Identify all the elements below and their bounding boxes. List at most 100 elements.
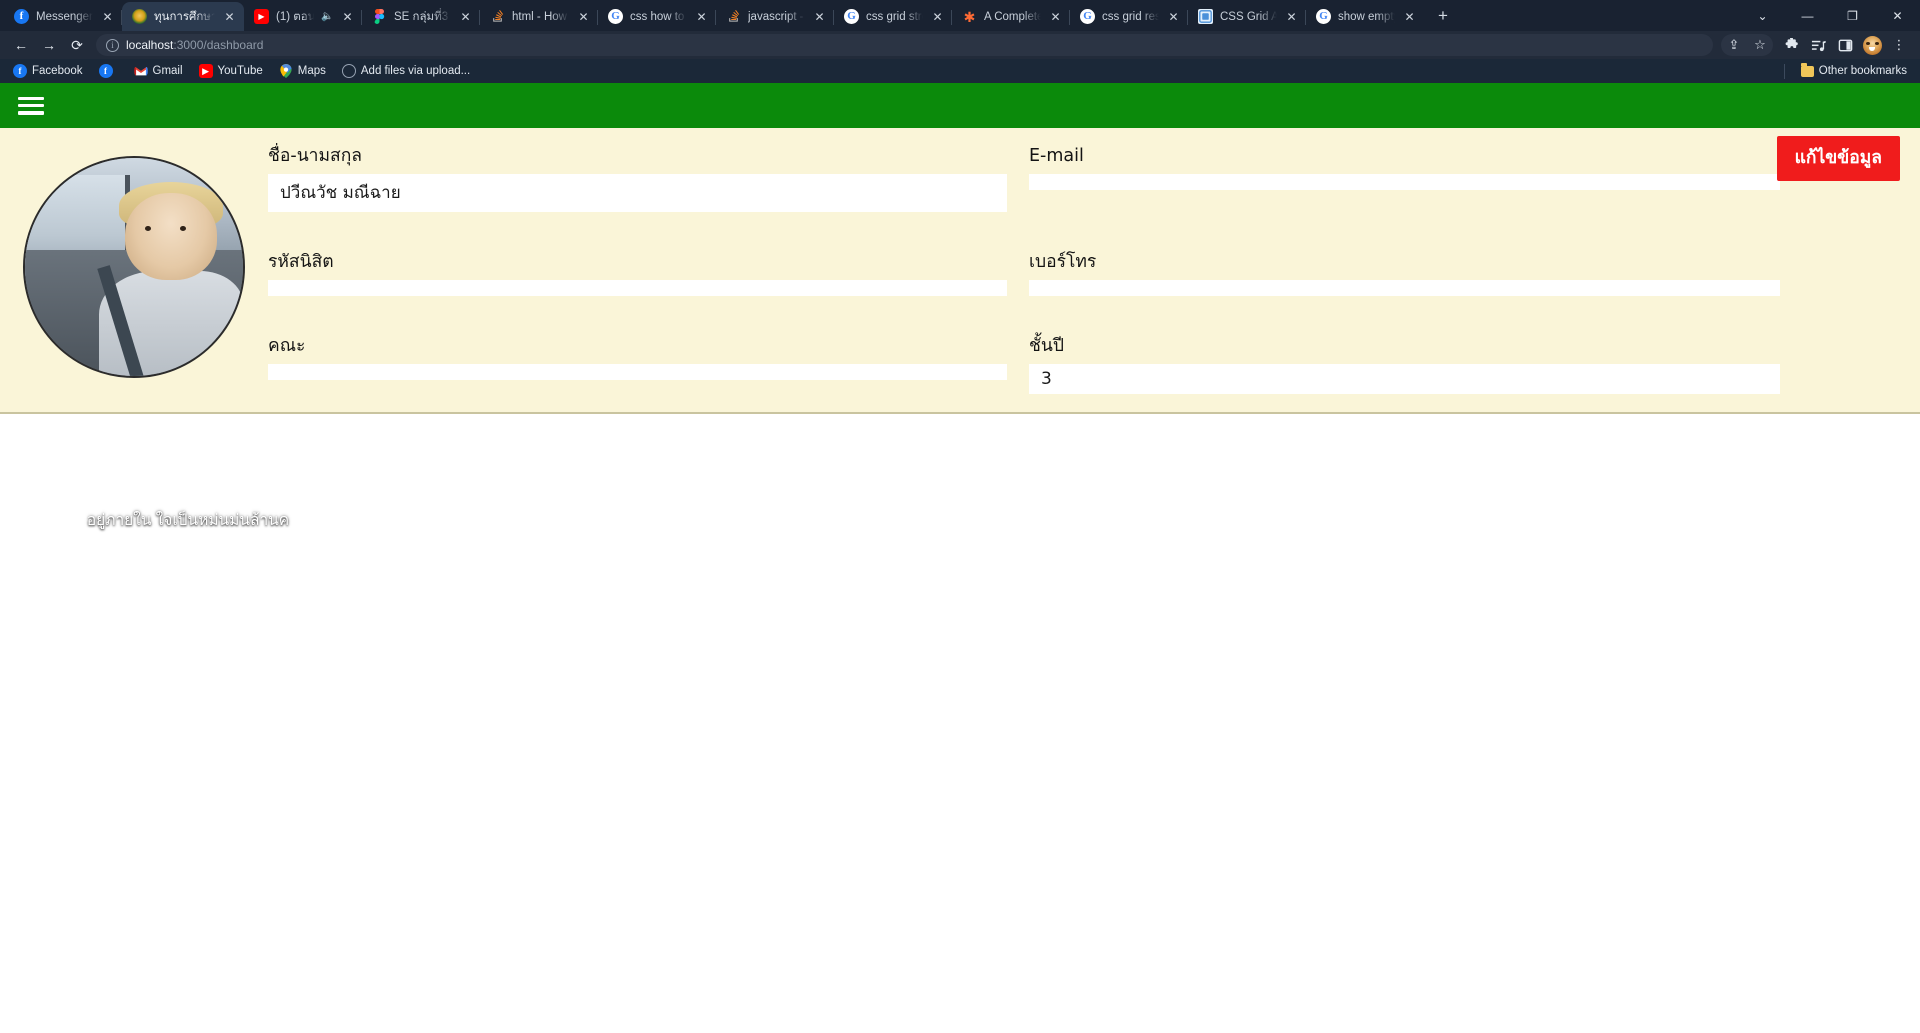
profile-panel: อยู่ภายใน ใจเป็นหม่นม่นล้านค ชื่อ-นามสกุ… (0, 128, 1920, 529)
fullname-input[interactable] (268, 173, 1007, 212)
faculty-input[interactable] (268, 363, 1007, 380)
close-icon[interactable]: ✕ (340, 9, 355, 24)
google-icon: G (1316, 9, 1331, 24)
profile-photo-column (0, 142, 268, 378)
minimize-button[interactable]: — (1785, 0, 1830, 31)
folder-icon (1800, 63, 1814, 77)
tab-title: A Complete G (984, 10, 1041, 23)
close-icon[interactable]: ✕ (812, 9, 827, 24)
field-fullname: ชื่อ-นามสกุล (268, 146, 1019, 212)
omnibox-actions-group: ⇪ ☆ (1721, 34, 1773, 56)
field-year: ชั้นปี (1029, 336, 1780, 394)
profile-fields-grid: ชื่อ-นามสกุล E-mail รหัสนิสิต เบอร์โทร (268, 142, 1920, 394)
photo-caption: อยู่ภายใน ใจเป็นหม่นม่นล้านค (86, 512, 290, 529)
mute-icon[interactable]: 🔈 (321, 11, 333, 22)
tab-title: (1) ตอนเล่ (276, 10, 314, 23)
url-text: localhost:3000/dashboard (126, 38, 263, 52)
row-spacer (1029, 212, 1780, 252)
bookmark-item-gmail[interactable]: Gmail (127, 62, 190, 80)
stackoverflow-icon (726, 9, 741, 24)
browser-tab[interactable]: G css how to ma ✕ (598, 2, 716, 31)
address-bar[interactable]: i localhost:3000/dashboard (96, 34, 1713, 56)
media-list-icon[interactable] (1805, 32, 1831, 58)
close-icon[interactable]: ✕ (1048, 9, 1063, 24)
field-phone: เบอร์โทร (1029, 252, 1780, 296)
address-toolbar: ← → ⟳ i localhost:3000/dashboard ⇪ ☆ ⋮ (0, 31, 1920, 59)
chrome-menu-icon[interactable]: ⋮ (1886, 32, 1912, 58)
url-path: :3000/dashboard (173, 38, 264, 52)
maximize-button[interactable]: ❐ (1830, 0, 1875, 31)
student-id-input[interactable] (268, 279, 1007, 296)
field-label-student-id: รหัสนิสิต (268, 251, 334, 272)
forward-button[interactable]: → (36, 32, 62, 58)
browser-tab[interactable]: f Messenger | F ✕ (4, 2, 122, 31)
browser-tab[interactable]: ✱ A Complete G ✕ (952, 2, 1070, 31)
bookmark-label: Facebook (32, 65, 83, 77)
browser-tab[interactable]: G css grid resize ✕ (1070, 2, 1188, 31)
stackoverflow-icon (490, 9, 505, 24)
bookmark-label: Gmail (152, 65, 183, 77)
google-icon: G (1080, 9, 1095, 24)
close-icon[interactable]: ✕ (576, 9, 591, 24)
toolbar-actions: ⇪ ☆ ⋮ (1721, 32, 1912, 58)
browser-tab[interactable]: ▶ (1) ตอนเล่ 🔈 ✕ (244, 2, 362, 31)
tab-strip: f Messenger | F ✕ ทุนการศึกษา มห ✕ ▶ (1)… (0, 0, 1920, 31)
field-faculty: คณะ (268, 336, 1019, 394)
profile-photo (23, 156, 245, 378)
close-window-button[interactable]: ✕ (1875, 0, 1920, 31)
bookmark-star-icon[interactable]: ☆ (1747, 32, 1773, 58)
share-icon[interactable]: ⇪ (1721, 32, 1747, 58)
profile-avatar[interactable] (1859, 32, 1885, 58)
close-icon[interactable]: ✕ (100, 9, 115, 24)
hamburger-menu-icon[interactable] (18, 96, 44, 116)
phone-input[interactable] (1029, 279, 1780, 296)
close-icon[interactable]: ✕ (458, 9, 473, 24)
year-input[interactable] (1029, 363, 1780, 394)
browser-tab[interactable]: SE กลุ่มที่3 – Fig ✕ (362, 2, 480, 31)
close-icon[interactable]: ✕ (222, 9, 237, 24)
field-email: E-mail (1029, 146, 1780, 212)
browser-tab[interactable]: javascript - Ho ✕ (716, 2, 834, 31)
back-button[interactable]: ← (8, 32, 34, 58)
close-icon[interactable]: ✕ (930, 9, 945, 24)
extensions-puzzle-icon[interactable] (1778, 32, 1804, 58)
tab-title: html - How to (512, 10, 569, 23)
field-label-email: E-mail (1029, 146, 1084, 166)
email-input[interactable] (1029, 173, 1780, 190)
tab-title: SE กลุ่มที่3 – Fig (394, 10, 451, 23)
site-info-icon[interactable]: i (106, 38, 119, 52)
divider (1783, 63, 1785, 79)
close-icon[interactable]: ✕ (1402, 9, 1417, 24)
side-panel-icon[interactable] (1832, 32, 1858, 58)
row-spacer (268, 296, 1019, 336)
tab-title: CSS Grid Auto (1220, 10, 1277, 23)
tab-title: css grid resize (1102, 10, 1159, 23)
browser-tab[interactable]: G show empty s ✕ (1306, 2, 1424, 31)
browser-tab-active[interactable]: ทุนการศึกษา มห ✕ (122, 2, 244, 31)
reload-button[interactable]: ⟳ (64, 32, 90, 58)
tab-title: css how to ma (630, 10, 687, 23)
page-viewport: อยู่ภายใน ใจเป็นหม่นม่นล้านค ชื่อ-นามสกุ… (0, 83, 1920, 1033)
close-icon[interactable]: ✕ (1284, 9, 1299, 24)
css-tricks-icon: ✱ (963, 9, 976, 24)
bookmark-item-facebook[interactable]: f Facebook (6, 62, 90, 80)
chrome-doc-icon (1198, 9, 1213, 24)
new-tab-button[interactable]: + (1429, 2, 1457, 30)
browser-window: f Messenger | F ✕ ทุนการศึกษา มห ✕ ▶ (1)… (0, 0, 1920, 1033)
tab-title: show empty s (1338, 10, 1395, 23)
bookmark-item-add-files[interactable]: Add files via upload... (335, 62, 477, 80)
bookmark-item-youtube[interactable]: ▶ YouTube (192, 62, 270, 80)
other-bookmarks-label: Other bookmarks (1818, 65, 1907, 77)
tab-title: javascript - Ho (748, 10, 805, 23)
other-bookmarks-folder[interactable]: Other bookmarks (1794, 63, 1914, 79)
close-icon[interactable]: ✕ (694, 9, 709, 24)
browser-tab[interactable]: CSS Grid Auto ✕ (1188, 2, 1306, 31)
field-label-fullname: ชื่อ-นามสกุล (268, 146, 363, 166)
bookmark-item-facebook-2[interactable]: f (92, 62, 125, 80)
tab-search-icon[interactable]: ⌄ (1740, 0, 1785, 31)
close-icon[interactable]: ✕ (1166, 9, 1181, 24)
edit-profile-button[interactable]: แก้ไขข้อมูล (1776, 136, 1900, 181)
browser-tab[interactable]: html - How to ✕ (480, 2, 598, 31)
browser-tab[interactable]: G css grid stretc ✕ (834, 2, 952, 31)
bookmark-item-maps[interactable]: Maps (272, 62, 333, 80)
